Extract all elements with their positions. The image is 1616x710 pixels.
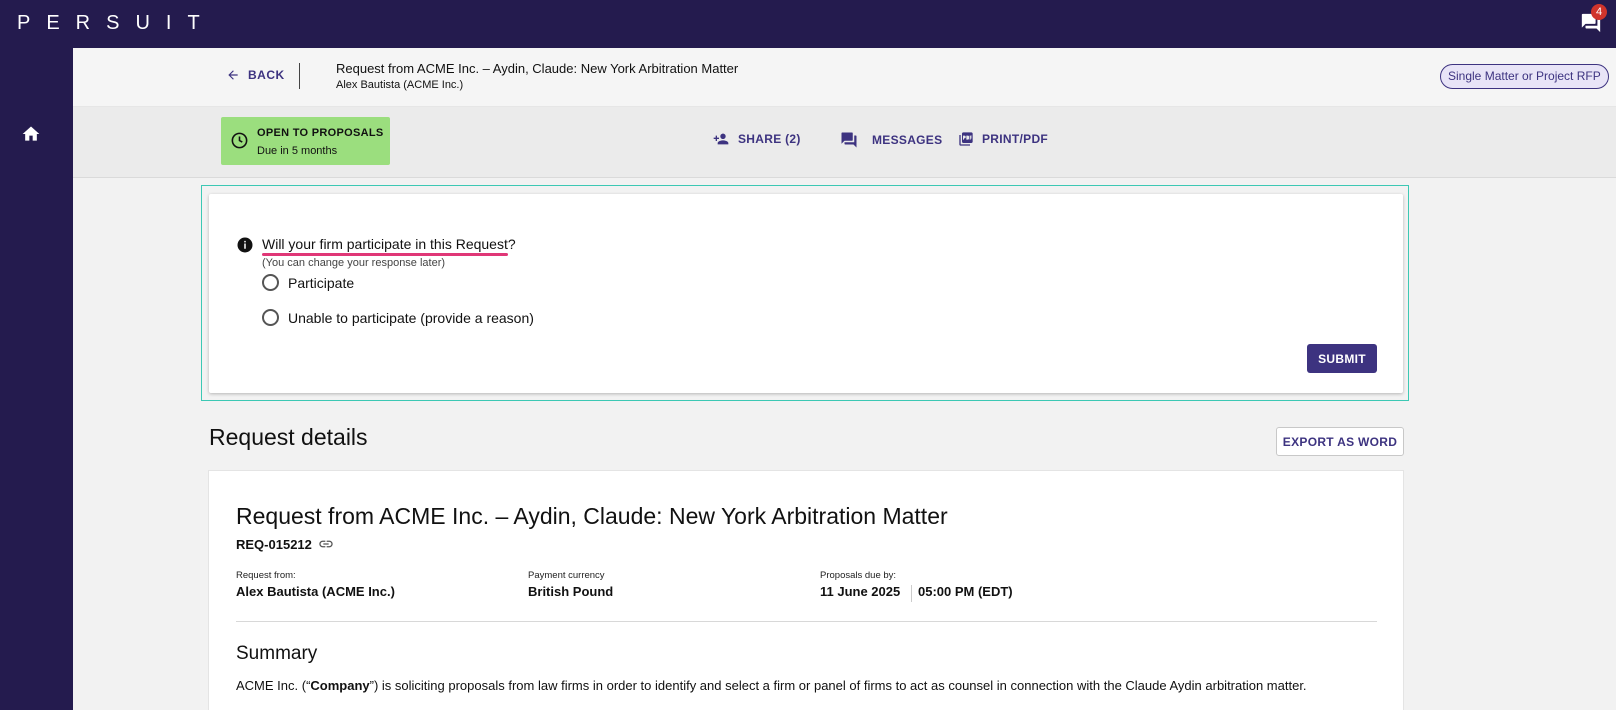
arrow-left-icon — [228, 70, 238, 80]
request-title: Request from ACME Inc. – Aydin, Claude: … — [336, 61, 739, 76]
back-button[interactable]: BACK — [226, 68, 285, 82]
add-person-icon — [713, 133, 729, 145]
rfp-type-badge[interactable]: Single Matter or Project RFP — [1440, 64, 1609, 89]
request-id-value: REQ-015212 — [236, 536, 312, 552]
message-count-badge: 4 — [1591, 4, 1607, 20]
currency-label: Payment currency — [528, 570, 605, 581]
summary-heading: Summary — [236, 643, 318, 664]
participate-label: Participate — [288, 274, 355, 291]
link-icon[interactable] — [318, 536, 334, 552]
status-title: OPEN TO PROPOSALS — [257, 127, 384, 139]
status-badge: OPEN TO PROPOSALS Due in 5 months — [221, 117, 390, 165]
request-header: BACK Request from ACME Inc. – Aydin, Cla… — [73, 48, 1616, 107]
clock-icon — [231, 132, 248, 149]
status-bar: OPEN TO PROPOSALS Due in 5 months SHARE … — [73, 107, 1616, 178]
print-button[interactable]: PRINT/PDF — [958, 131, 1048, 147]
back-label: BACK — [248, 68, 285, 82]
request-requester: Alex Bautista (ACME Inc.) — [336, 79, 464, 91]
header-divider — [299, 63, 300, 89]
request-id: REQ-015212 — [236, 536, 334, 552]
participation-question: Will your firm participate in this Reque… — [262, 236, 516, 252]
status-due: Due in 5 months — [257, 145, 338, 157]
details-divider — [236, 621, 1377, 622]
request-from-value: Alex Bautista (ACME Inc.) — [236, 584, 395, 599]
share-button[interactable]: SHARE (2) — [712, 131, 801, 147]
decline-option[interactable]: Unable to participate (provide a reason) — [262, 309, 534, 326]
info-icon — [237, 237, 253, 253]
submit-button[interactable]: SUBMIT — [1307, 344, 1377, 373]
home-icon[interactable] — [21, 124, 41, 144]
persuit-logo[interactable]: PERSUIT — [17, 12, 216, 35]
forum-icon — [841, 132, 857, 148]
details-title: Request from ACME Inc. – Aydin, Claude: … — [236, 503, 948, 529]
decline-radio[interactable] — [262, 309, 279, 326]
due-date: 11 June 2025 — [820, 584, 901, 599]
messages-button[interactable]: MESSAGES — [840, 131, 942, 149]
request-details-card: Request from ACME Inc. – Aydin, Claude: … — [208, 470, 1404, 710]
print-label: PRINT/PDF — [982, 132, 1049, 146]
messages-label: MESSAGES — [872, 133, 943, 147]
request-from-label: Request from: — [236, 570, 296, 581]
summary-post: ”) is soliciting proposals from law firm… — [369, 678, 1307, 693]
participate-option[interactable]: Participate — [262, 274, 354, 291]
decline-label: Unable to participate (provide a reason) — [288, 309, 534, 326]
summary-text: ACME Inc. (“Company”) is soliciting prop… — [236, 678, 1307, 693]
side-nav — [0, 48, 73, 710]
request-details-heading: Request details — [209, 424, 368, 450]
export-word-button[interactable]: EXPORT AS WORD — [1276, 427, 1404, 456]
participation-card: Will your firm participate in this Reque… — [209, 194, 1403, 393]
participate-radio[interactable] — [262, 274, 279, 291]
pdf-icon — [959, 132, 973, 146]
participation-note: (You can change your response later) — [262, 257, 446, 269]
share-label: SHARE (2) — [738, 132, 801, 146]
due-label: Proposals due by: — [820, 570, 897, 581]
top-bar: PERSUIT 4 — [0, 0, 1616, 48]
due-time: 05:00 PM (EDT) — [918, 584, 1013, 599]
currency-value: British Pound — [528, 584, 614, 599]
due-separator — [911, 585, 912, 602]
summary-bold: Company — [310, 678, 370, 693]
participation-panel: Will your firm participate in this Reque… — [201, 185, 1409, 401]
question-highlight — [262, 253, 508, 256]
summary-pre: ACME Inc. (“ — [236, 678, 311, 693]
